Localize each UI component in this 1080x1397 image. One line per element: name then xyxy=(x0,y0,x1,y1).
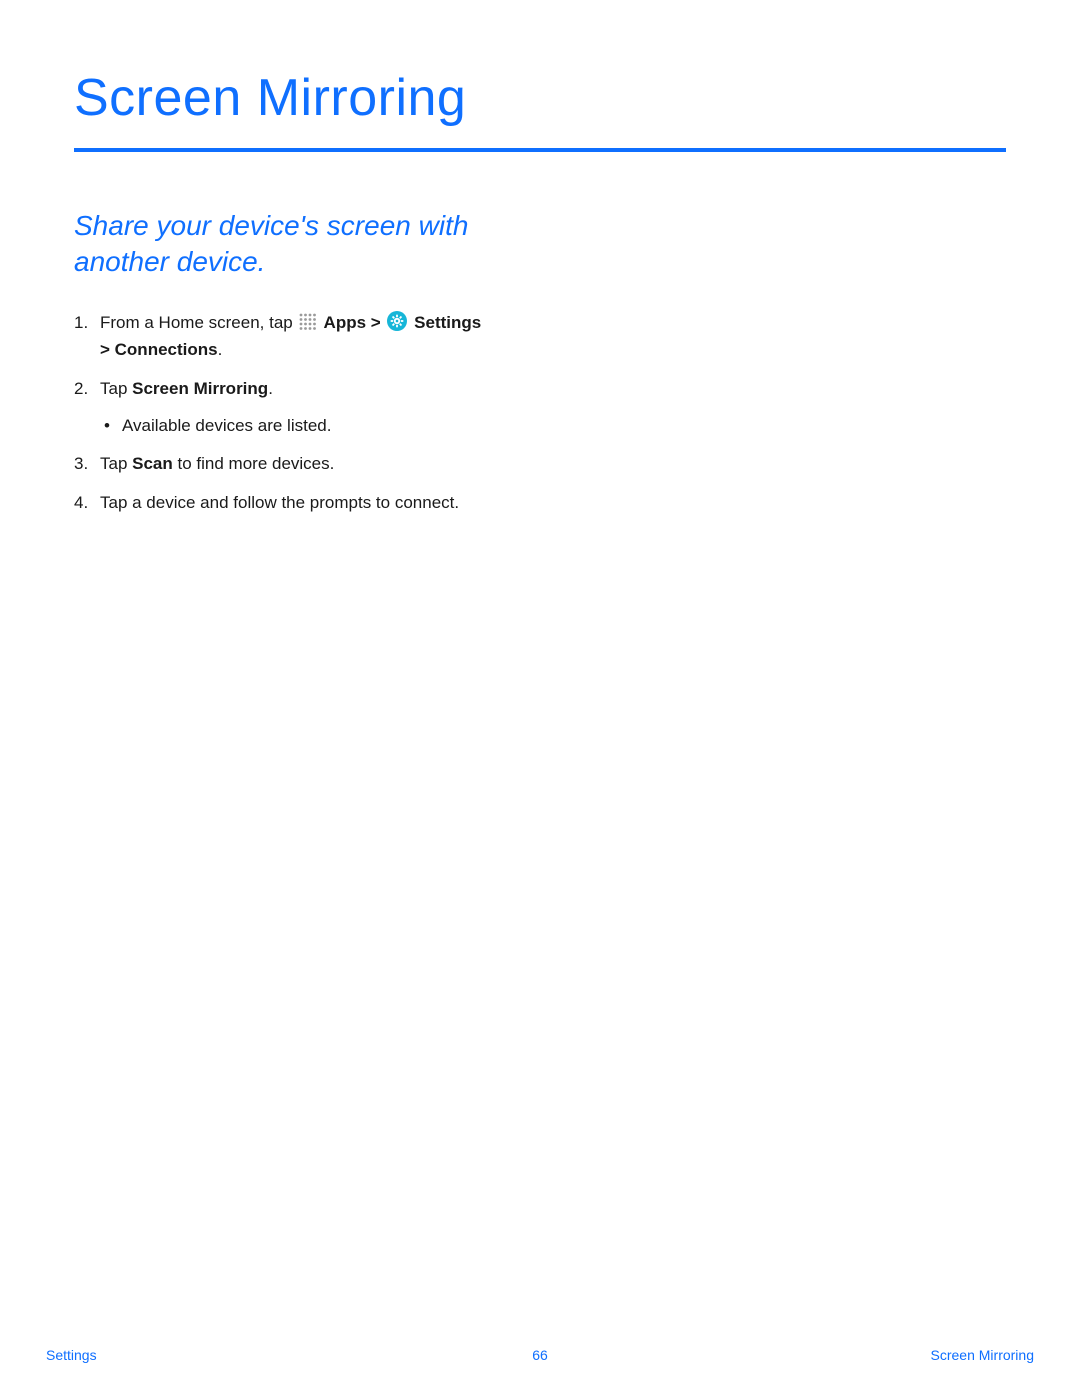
step-number: 4. xyxy=(74,491,100,516)
step-number: 1. xyxy=(74,311,100,363)
apps-grid-icon xyxy=(299,313,317,339)
connections-label: > Connections xyxy=(100,340,218,359)
step-text: to find more devices. xyxy=(173,454,335,473)
step-body: Tap Screen Mirroring. • Available device… xyxy=(100,377,574,438)
document-page: Screen Mirroring Share your device's scr… xyxy=(0,0,1080,1397)
step-number: 3. xyxy=(74,452,100,477)
step-3: 3. Tap Scan to find more devices. xyxy=(74,452,574,477)
settings-gear-icon xyxy=(387,311,407,339)
page-subtitle: Share your device's screen with another … xyxy=(74,208,554,281)
step-4: 4. Tap a device and follow the prompts t… xyxy=(74,491,574,516)
step-text: . xyxy=(218,340,223,359)
step-text: . xyxy=(268,379,273,398)
step-body: From a Home screen, tap Apps > Settings >… xyxy=(100,311,574,363)
footer-page-number: 66 xyxy=(532,1347,548,1363)
title-divider xyxy=(74,148,1006,152)
step-2: 2. Tap Screen Mirroring. • Available dev… xyxy=(74,377,574,438)
step-1: 1. From a Home screen, tap Apps > Settin… xyxy=(74,311,574,363)
step-text: Tap xyxy=(100,379,132,398)
footer-left: Settings xyxy=(46,1347,97,1363)
step-body: Tap Scan to find more devices. xyxy=(100,452,574,477)
step-text: Tap a device and follow the prompts to c… xyxy=(100,493,459,512)
step-text: Tap xyxy=(100,454,132,473)
page-title: Screen Mirroring xyxy=(74,68,1006,144)
step-text: From a Home screen, tap xyxy=(100,313,297,332)
settings-label: Settings xyxy=(409,313,481,332)
page-footer: Settings 66 Screen Mirroring xyxy=(0,1347,1080,1363)
steps-list: 1. From a Home screen, tap Apps > Settin… xyxy=(74,311,574,516)
apps-label: Apps > xyxy=(319,313,385,332)
footer-right: Screen Mirroring xyxy=(931,1347,1034,1363)
bullet-marker: • xyxy=(100,414,122,439)
bullet-text: Available devices are listed. xyxy=(122,414,331,439)
step-body: Tap a device and follow the prompts to c… xyxy=(100,491,574,516)
bullet-item: • Available devices are listed. xyxy=(100,414,574,439)
step-bold: Scan xyxy=(132,454,173,473)
step-number: 2. xyxy=(74,377,100,438)
step-bold: Screen Mirroring xyxy=(132,379,268,398)
